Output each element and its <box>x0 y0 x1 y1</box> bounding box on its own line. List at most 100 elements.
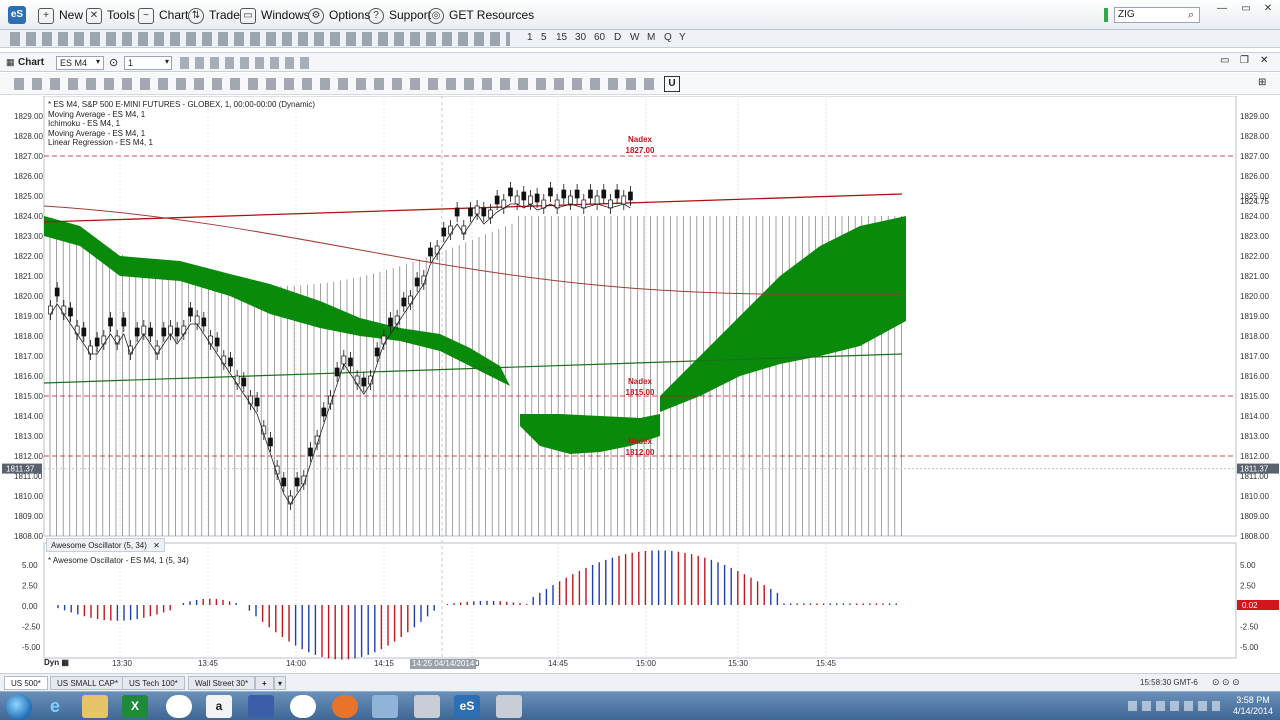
notes-icon[interactable] <box>372 695 398 718</box>
last-price-label: 1824.75 <box>1240 197 1269 206</box>
price-axis-label: 1829.00 <box>1240 112 1269 121</box>
workspace-tab-bar: US 500* US SMALL CAP* US Tech 100* Wall … <box>0 673 1280 691</box>
app-logo-icon[interactable]: eS <box>8 6 26 24</box>
menu-options[interactable]: ⚙ Options <box>308 5 370 25</box>
maximize-icon[interactable]: ▭ <box>1238 2 1254 16</box>
interval-dropdown-icon[interactable]: ▾ <box>165 57 169 66</box>
period-day[interactable]: D <box>614 32 621 43</box>
menu-support[interactable]: ? Support <box>368 5 431 25</box>
start-button[interactable] <box>6 694 32 720</box>
window-minimize-icon[interactable]: ▭ <box>1220 55 1229 66</box>
period-week[interactable]: W <box>630 32 639 43</box>
instrument-dropdown-icon[interactable]: ▾ <box>96 57 100 66</box>
price-axis-label: 1819.00 <box>1240 312 1269 321</box>
trade-icon: ⇅ <box>188 7 204 24</box>
close-icon[interactable]: ✕ <box>153 541 160 550</box>
period-1m[interactable]: 1 <box>527 32 533 43</box>
menu-bar: eS + New ✕ Tools ~ Chart ⇅ Trade ▭ Windows ⚙ O… <box>0 0 1280 30</box>
windows-icon: ▭ <box>240 7 256 24</box>
period-quarter[interactable]: Q <box>664 32 672 43</box>
time-axis-label: 15:45 <box>816 659 837 668</box>
search-icon[interactable]: ⌕ <box>1188 9 1194 22</box>
menu-chart[interactable]: ~ Chart <box>138 5 188 25</box>
menu-trade[interactable]: ⇅ Trade <box>188 5 240 25</box>
menu-new-label: New <box>59 8 84 22</box>
window-app-icon[interactable] <box>414 695 440 718</box>
price-axis-label: 1813.00 <box>1240 432 1269 441</box>
menu-get-resources[interactable]: ◎ GET Resources <box>428 5 534 25</box>
firefox-icon[interactable] <box>332 695 358 718</box>
price-axis-label: 1820.00 <box>14 292 43 301</box>
candle-body <box>414 277 420 287</box>
candle-body <box>174 327 180 337</box>
period-60m[interactable]: 60 <box>594 32 605 43</box>
drawing-tool-icon-strip[interactable] <box>14 78 654 90</box>
period-30m[interactable]: 30 <box>575 32 586 43</box>
gear-icon: ⚙ <box>308 7 324 24</box>
tab-us-500[interactable]: US 500* <box>4 676 48 690</box>
price-axis-label: 1814.00 <box>14 412 43 421</box>
oscillator-tab[interactable]: Awesome Oscillator (5, 34) ✕ <box>46 538 165 552</box>
amazon-icon[interactable]: a <box>206 695 232 718</box>
price-chart-canvas[interactable]: 1829.00 1829.00 1828.00 1828.00 1827.00 1827.… <box>0 96 1280 672</box>
drawing-toolbar: U ⊞ <box>0 73 1280 95</box>
taskbar-clock[interactable]: 3:58 PM 4/14/2014 <box>1226 695 1280 717</box>
app-icon[interactable] <box>248 695 274 718</box>
candle-body <box>621 195 627 205</box>
period-5m[interactable]: 5 <box>541 32 547 43</box>
chart-settings-icon[interactable]: ⊞ <box>1258 77 1266 88</box>
menu-windows[interactable]: ▭ Windows <box>240 5 310 25</box>
clock-time: 3:58 PM <box>1236 695 1270 705</box>
minimize-icon[interactable]: — <box>1214 2 1230 16</box>
window-restore-icon[interactable]: ❐ <box>1240 55 1249 66</box>
trading-app-taskbar-button[interactable]: eS <box>454 695 480 718</box>
calendar-icon[interactable]: ▦ <box>61 658 69 667</box>
price-axis-label: 1818.00 <box>14 332 43 341</box>
oscillator-axis-label: 5.00 <box>22 561 38 570</box>
toolbar-icon-strip[interactable] <box>10 32 510 46</box>
chart-area[interactable]: 1829.00 1829.00 1828.00 1828.00 1827.00 1827.… <box>0 96 1280 668</box>
price-axis-label: 1817.00 <box>14 352 43 361</box>
system-tray[interactable] <box>1128 701 1220 711</box>
internet-explorer-icon[interactable]: e <box>42 695 68 718</box>
dynamic-scale-label[interactable]: Dyn ▦ <box>44 658 69 667</box>
candle-body <box>181 325 187 335</box>
window-close-icon[interactable]: ✕ <box>1260 55 1268 66</box>
candle-body <box>581 199 587 209</box>
candle-body <box>161 327 167 337</box>
candle-body <box>508 187 513 197</box>
price-axis-label: 1824.00 <box>1240 212 1269 221</box>
tab-wall-street-30[interactable]: Wall Street 30* <box>188 676 256 690</box>
chart-tool-icon-strip[interactable] <box>180 57 310 69</box>
folder-icon[interactable] <box>82 695 108 718</box>
excel-icon[interactable]: X <box>122 695 148 718</box>
candle-body <box>248 395 253 405</box>
menu-new[interactable]: + New <box>38 5 83 25</box>
period-15m[interactable]: 15 <box>556 32 567 43</box>
menu-get-resources-label: GET Resources <box>449 8 535 22</box>
tab-us-small-cap[interactable]: US SMALL CAP* <box>50 676 126 690</box>
oscillator-legend: * Awesome Oscillator - ES M4, 1 (5, 34) <box>48 556 189 565</box>
period-year[interactable]: Y <box>679 32 686 43</box>
candle-body <box>401 297 407 307</box>
menu-tools[interactable]: ✕ Tools <box>86 5 135 25</box>
add-tab-icon[interactable]: + <box>255 676 274 690</box>
period-month[interactable]: M <box>647 32 655 43</box>
tab-us-tech-100[interactable]: US Tech 100* <box>122 676 185 690</box>
status-time: 15:58:30 GMT-6 <box>1140 678 1198 687</box>
chart-icon: ~ <box>138 7 154 24</box>
candle-body <box>561 189 567 199</box>
magnet-icon[interactable]: U <box>664 76 680 92</box>
media-icon[interactable] <box>166 695 192 718</box>
oscillator-value-label: 0.02 <box>1242 601 1258 610</box>
close-icon[interactable]: ✕ <box>1260 2 1276 16</box>
candle-body <box>234 375 240 385</box>
price-axis-label: 1817.00 <box>1240 352 1269 361</box>
window-app-icon[interactable] <box>496 695 522 718</box>
nadex-label-price: 1827.00 <box>626 146 655 155</box>
link-icon[interactable]: ⊙ <box>109 56 118 69</box>
price-axis-label: 1828.00 <box>14 132 43 141</box>
status-icon[interactable]: ⊙ ⊙ ⊙ <box>1212 677 1240 688</box>
chrome-icon[interactable] <box>290 695 316 718</box>
tab-list-dropdown-icon[interactable]: ▾ <box>274 676 287 690</box>
